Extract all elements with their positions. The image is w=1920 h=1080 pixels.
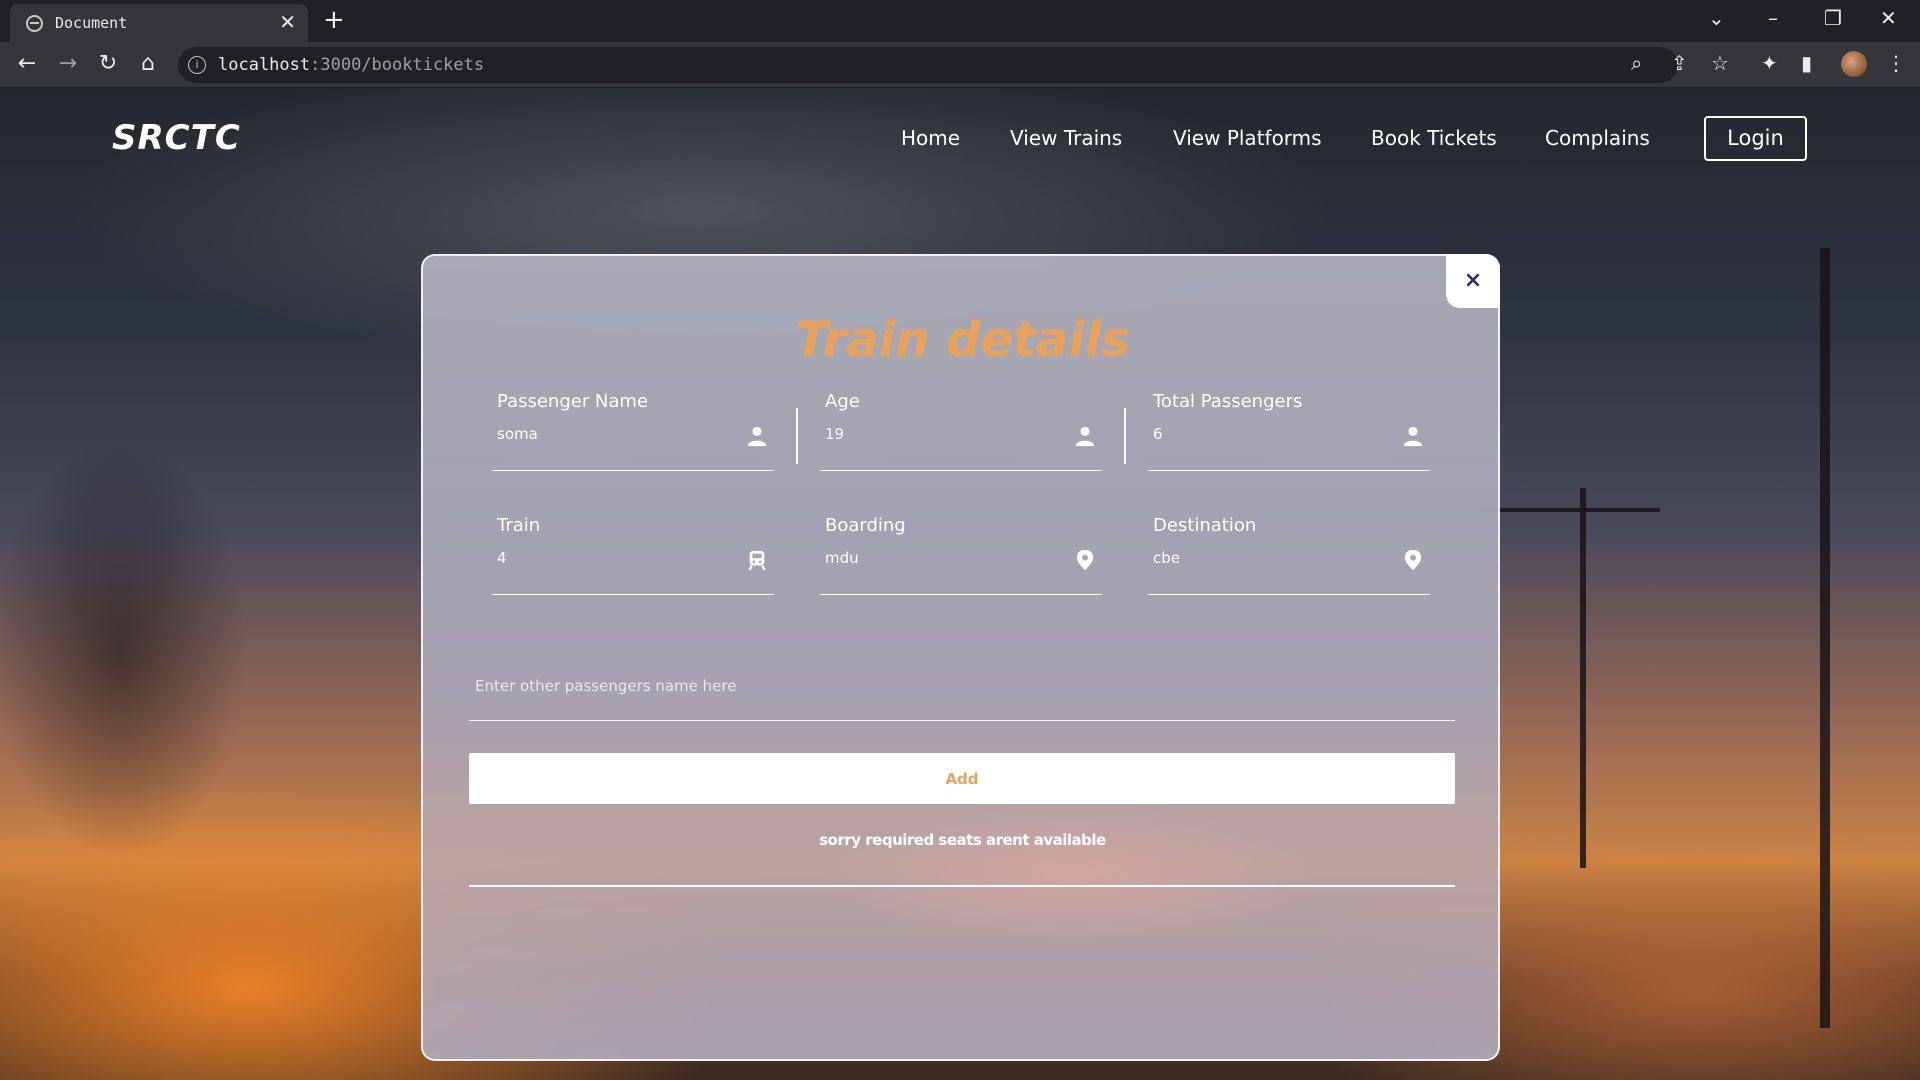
- nav-home[interactable]: Home: [901, 126, 960, 150]
- train-value[interactable]: 4: [497, 549, 507, 567]
- site-logo[interactable]: SRCTC: [112, 118, 241, 158]
- menu-kebab-icon[interactable]: ⋮: [1886, 51, 1906, 75]
- profile-avatar[interactable]: [1841, 51, 1867, 77]
- train-label: Train: [497, 515, 541, 536]
- field-divider: [1124, 408, 1126, 464]
- modal-glow: [723, 776, 1423, 976]
- field-divider: [796, 408, 798, 464]
- bookmark-star-icon[interactable]: ☆: [1711, 51, 1729, 75]
- share-icon[interactable]: ⇪: [1671, 51, 1688, 75]
- home-icon[interactable]: ⌂: [134, 51, 162, 76]
- destination-value[interactable]: cbe: [1153, 549, 1180, 567]
- browser-tab[interactable]: Document ✕: [10, 4, 308, 42]
- passenger-name-label: Passenger Name: [497, 391, 649, 412]
- nav-view-platforms[interactable]: View Platforms: [1173, 126, 1322, 150]
- train-details-modal: × Train details Passenger Name soma Age …: [421, 254, 1500, 1061]
- total-passengers-label: Total Passengers: [1153, 391, 1303, 412]
- side-panel-icon[interactable]: ▮: [1801, 51, 1812, 75]
- close-icon: ×: [1463, 268, 1483, 293]
- location-pin-icon: [1404, 549, 1422, 571]
- destination-label: Destination: [1153, 515, 1257, 536]
- site-info-icon[interactable]: i: [188, 56, 206, 74]
- other-passengers-input[interactable]: [469, 651, 1455, 721]
- user-icon: [747, 426, 767, 447]
- page-background: SRCTC Home View Trains View Platforms Bo…: [0, 88, 1920, 1080]
- modal-title: Train details: [795, 312, 1130, 368]
- boarding-field[interactable]: Boarding mdu: [820, 515, 1102, 595]
- location-pin-icon: [1076, 549, 1094, 571]
- boarding-label: Boarding: [825, 515, 906, 536]
- background-pole: [1480, 508, 1660, 512]
- url-text[interactable]: localhost:3000/booktickets: [218, 55, 484, 75]
- age-label: Age: [825, 391, 860, 412]
- close-button[interactable]: ×: [1446, 254, 1500, 308]
- destination-field[interactable]: Destination cbe: [1148, 515, 1430, 595]
- zoom-icon[interactable]: ⌕: [1631, 51, 1642, 75]
- tab-search-chevron-icon[interactable]: ⌄: [1708, 6, 1725, 30]
- total-passengers-value[interactable]: 6: [1153, 425, 1163, 443]
- browser-toolbar: ← → ↻ ⌂ i localhost:3000/booktickets ⌕ ⇪…: [0, 42, 1920, 88]
- add-button[interactable]: Add: [469, 753, 1455, 804]
- nav-book-tickets[interactable]: Book Tickets: [1371, 126, 1497, 150]
- total-passengers-field[interactable]: Total Passengers 6: [1148, 391, 1430, 471]
- tab-title: Document: [55, 14, 128, 32]
- restore-icon[interactable]: ❐: [1824, 6, 1842, 30]
- availability-message: sorry required seats arent available: [819, 831, 1106, 849]
- user-icon: [1075, 426, 1095, 447]
- forward-icon[interactable]: →: [54, 51, 82, 76]
- tab-close-icon[interactable]: ✕: [279, 10, 296, 34]
- train-field[interactable]: Train 4: [492, 515, 774, 595]
- boarding-value[interactable]: mdu: [825, 549, 859, 567]
- age-field[interactable]: Age 19: [820, 391, 1102, 471]
- extensions-icon[interactable]: ✦: [1761, 51, 1778, 75]
- back-icon[interactable]: ←: [13, 51, 41, 76]
- window-close-icon[interactable]: ✕: [1880, 6, 1897, 30]
- background-pole: [1820, 248, 1830, 1028]
- login-button[interactable]: Login: [1704, 116, 1807, 161]
- age-value[interactable]: 19: [825, 425, 844, 443]
- background-trees: [0, 348, 320, 948]
- new-tab-icon[interactable]: +: [323, 5, 345, 35]
- browser-tabbar: Document ✕ + ⌄ – ❐ ✕: [0, 0, 1920, 42]
- minimize-icon[interactable]: –: [1768, 6, 1778, 30]
- site-header: SRCTC Home View Trains View Platforms Bo…: [0, 88, 1920, 198]
- globe-icon: [26, 15, 43, 32]
- nav-view-trains[interactable]: View Trains: [1010, 126, 1122, 150]
- background-pole: [1580, 488, 1586, 868]
- reload-icon[interactable]: ↻: [94, 51, 122, 76]
- train-icon: [748, 550, 766, 571]
- passenger-name-field[interactable]: Passenger Name soma: [492, 391, 774, 471]
- bottom-divider: [469, 885, 1455, 887]
- address-bar[interactable]: i localhost:3000/booktickets: [178, 47, 1678, 83]
- nav-complains[interactable]: Complains: [1545, 126, 1650, 150]
- passenger-name-value[interactable]: soma: [497, 425, 538, 443]
- user-icon: [1403, 426, 1423, 447]
